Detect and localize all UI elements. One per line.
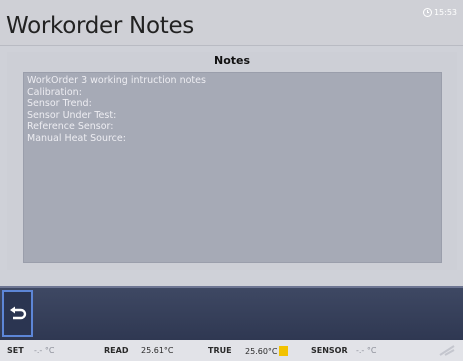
- sensor-label: SENSOR: [311, 346, 348, 355]
- clock-time: 15:53: [433, 8, 457, 17]
- notes-panel: Notes WorkOrder 3 working intruction not…: [7, 52, 457, 270]
- notes-textarea[interactable]: WorkOrder 3 working intruction notes Cal…: [23, 72, 442, 263]
- status-badge: [278, 346, 288, 356]
- panel-title: Notes: [213, 54, 251, 67]
- true-value: 25.60°C: [245, 347, 278, 356]
- screen: Workorder Notes 15:53 Notes WorkOrder 3 …: [0, 0, 463, 361]
- note-line: Reference Sensor:: [27, 121, 114, 133]
- header-bar: Workorder Notes 15:53: [0, 0, 463, 46]
- note-line: WorkOrder 3 working intruction notes: [27, 75, 206, 86]
- return-arrow-icon: [9, 306, 26, 319]
- note-line: Manual Heat Source:: [27, 132, 126, 144]
- note-line: Sensor Trend:: [27, 98, 92, 110]
- read-label: READ: [104, 346, 129, 355]
- set-label: SET: [7, 346, 24, 355]
- set-value: -.- °C: [34, 346, 55, 355]
- page-title: Workorder Notes: [6, 13, 194, 39]
- back-button[interactable]: [2, 290, 33, 337]
- read-value: 25.61°C: [141, 346, 174, 355]
- note-line: Sensor Under Test:: [27, 109, 117, 121]
- true-label: TRUE: [208, 346, 232, 355]
- clock: 15:53: [422, 8, 457, 17]
- true-value-group: 25.60°C: [245, 346, 288, 356]
- status-bar: SET -.- °C READ 25.61°C TRUE 25.60°C SEN…: [0, 340, 463, 361]
- signal-icon: [439, 345, 455, 356]
- sensor-value: -.- °C: [356, 346, 377, 355]
- bottom-toolbar: [0, 286, 463, 340]
- clock-icon: [422, 8, 432, 17]
- note-line: Calibration:: [27, 86, 82, 98]
